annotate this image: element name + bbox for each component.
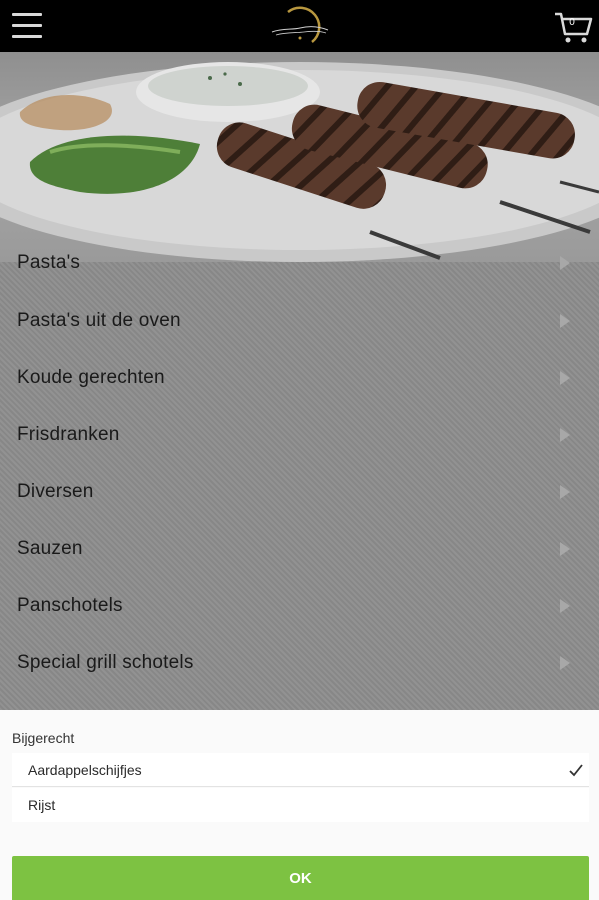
chevron-right-icon: [560, 599, 570, 613]
option-label: Aardappelschijfjes: [28, 762, 142, 778]
category-label: Frisdranken: [17, 424, 120, 445]
category-label: Pasta's uit de oven: [17, 310, 181, 331]
chevron-right-icon: [560, 485, 570, 499]
category-label: Diversen: [17, 481, 94, 502]
chevron-right-icon: [560, 314, 570, 328]
category-list: Pasta's Pasta's uit de oven Koude gerech…: [0, 252, 599, 710]
category-label: Koude gerechten: [17, 367, 165, 388]
restaurant-logo: [271, 6, 329, 43]
category-label: Sauzen: [17, 538, 83, 559]
chevron-right-icon: [560, 428, 570, 442]
category-item-special-grill-schotels[interactable]: Special grill schotels: [0, 634, 599, 691]
category-item-sauzen[interactable]: Sauzen: [0, 520, 599, 577]
side-dish-picker: Bijgerecht Aardappelschijfjes Rijst OK: [0, 710, 599, 900]
hamburger-menu-icon[interactable]: [12, 13, 42, 39]
category-item-diversen[interactable]: Diversen: [0, 463, 599, 520]
ok-button[interactable]: OK: [12, 856, 589, 900]
chevron-right-icon: [560, 256, 570, 270]
cart-count: 0: [569, 17, 575, 28]
hero-food-image: [0, 52, 599, 262]
category-item-panschotels[interactable]: Panschotels: [0, 577, 599, 634]
option-label: Rijst: [28, 797, 56, 813]
top-bar: 0: [0, 0, 599, 52]
category-item-pastas-uit-de-oven[interactable]: Pasta's uit de oven: [0, 292, 599, 349]
category-label: Special grill schotels: [17, 652, 194, 673]
chevron-right-icon: [560, 542, 570, 556]
checkmark-icon: [569, 764, 583, 777]
option-aardappelschijfjes[interactable]: Aardappelschijfjes: [12, 753, 589, 787]
category-item-koude-gerechten[interactable]: Koude gerechten: [0, 349, 599, 406]
chevron-right-icon: [560, 371, 570, 385]
chevron-right-icon: [560, 656, 570, 670]
category-item-frisdranken[interactable]: Frisdranken: [0, 406, 599, 463]
picker-title: Bijgerecht: [12, 730, 75, 746]
category-label: Pasta's: [17, 252, 81, 273]
category-label: Panschotels: [17, 595, 123, 616]
option-rijst[interactable]: Rijst: [12, 788, 589, 822]
kebab-plate-illustration: [0, 62, 599, 262]
category-item-pastas[interactable]: Pasta's: [0, 234, 599, 291]
